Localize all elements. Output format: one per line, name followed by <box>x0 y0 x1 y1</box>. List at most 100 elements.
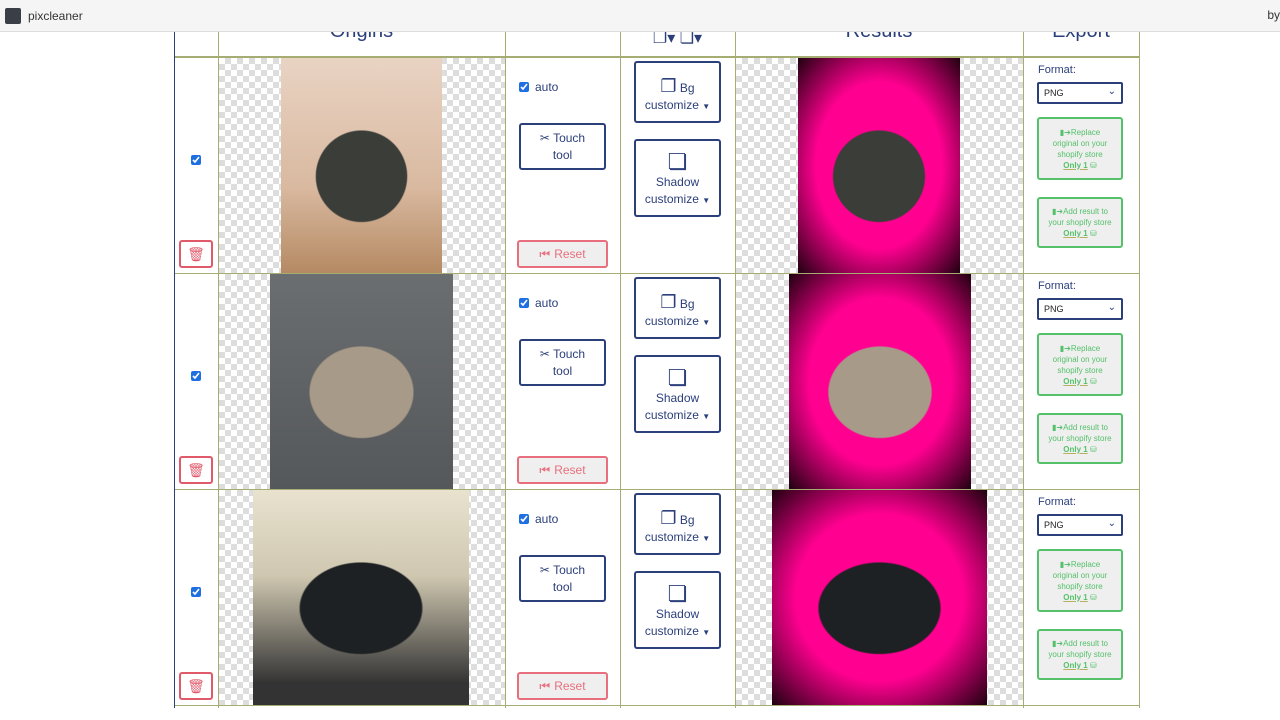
format-label: Format: <box>1038 280 1076 292</box>
backward-icon: ⏮ <box>539 462 551 477</box>
format-select[interactable]: PNG ⌄ <box>1037 514 1123 536</box>
delete-button[interactable]: 🗑 <box>179 240 213 268</box>
format-label: Format: <box>1038 64 1076 76</box>
delete-button[interactable]: 🗑 <box>179 672 213 700</box>
shadow-customize-button[interactable]: ❏ Shadow customize ▼ <box>634 571 721 649</box>
reset-label: Reset <box>554 679 586 693</box>
reset-button[interactable]: ⏮ Reset <box>517 456 608 484</box>
shadow-customize-button[interactable]: ❏ Shadow customize ▼ <box>634 355 721 433</box>
auto-checkbox[interactable] <box>519 82 529 92</box>
header-export: Export <box>1023 32 1139 43</box>
auto-label: auto <box>535 80 559 94</box>
auto-label: auto <box>535 512 559 526</box>
add-result-button[interactable]: ▮➔Add result to your shopify store Only 1 … <box>1037 413 1123 464</box>
bg-label: Bg <box>679 512 695 527</box>
result-image[interactable] <box>798 58 960 273</box>
reset-button[interactable]: ⏮ Reset <box>517 672 608 700</box>
replace-label-3: shopify store <box>1057 365 1103 375</box>
replace-original-button[interactable]: ▮➔Replace original on your shopify store On… <box>1037 549 1123 612</box>
bg-label: Bg <box>679 296 695 311</box>
coins-icon: ⛁ <box>1089 592 1097 602</box>
original-image-cell <box>219 274 505 489</box>
coins-icon: ⛁ <box>1089 661 1097 670</box>
replace-label-3: shopify store <box>1057 149 1103 159</box>
auto-option[interactable]: auto <box>519 80 558 94</box>
by-text: by <box>1267 8 1280 22</box>
replace-label: Replace <box>1070 343 1101 353</box>
table-row-sneaker: 🗑 auto ✂ Touch tool ⏮ Reset ❐ Bg customize … <box>174 58 1140 274</box>
shadow-customize-button[interactable]: ❏ Shadow customize ▼ <box>634 139 721 217</box>
coins-icon: ⛁ <box>1089 376 1097 386</box>
file-export-icon: ▮➔ <box>1051 423 1064 432</box>
replace-original-button[interactable]: ▮➔Replace original on your shopify store On… <box>1037 333 1123 396</box>
customize-label: customize <box>644 313 699 328</box>
row-select-checkbox[interactable] <box>191 371 201 381</box>
shadow-label: Shadow <box>655 607 700 621</box>
replace-label: Replace <box>1070 559 1101 569</box>
result-image-cell <box>736 58 1023 273</box>
row-select-checkbox[interactable] <box>191 155 201 165</box>
touch-tool-button[interactable]: ✂ Touch tool <box>519 339 606 386</box>
auto-checkbox[interactable] <box>519 298 529 308</box>
result-image[interactable] <box>789 274 971 489</box>
auto-label: auto <box>535 296 559 310</box>
original-image-cell <box>219 58 505 273</box>
header-results: Results <box>735 32 1023 43</box>
header-origins: Origins <box>218 32 505 43</box>
table-row-handbag: 🗑 auto ✂ Touch tool ⏮ Reset ❐ Bg customize … <box>174 490 1140 706</box>
auto-option[interactable]: auto <box>519 296 558 310</box>
format-select[interactable]: PNG ⌄ <box>1037 298 1123 320</box>
bg-customize-button[interactable]: ❐ Bg customize ▼ <box>634 277 721 339</box>
app-logo <box>5 7 21 24</box>
credit-cost: Only 1 <box>1063 376 1088 386</box>
result-image-cell <box>736 490 1023 705</box>
tool-label: tool <box>552 363 573 378</box>
file-export-icon: ▮➔ <box>1051 639 1064 648</box>
credit-cost: Only 1 <box>1063 445 1088 454</box>
credit-cost: Only 1 <box>1063 229 1088 238</box>
shadow-icon: ❏ <box>667 149 688 174</box>
bg-customize-button[interactable]: ❐ Bg customize ▼ <box>634 493 721 555</box>
replace-label-2: original on your <box>1052 138 1108 148</box>
coins-icon: ⛁ <box>1089 445 1097 454</box>
shadow-icon: ❏ <box>667 365 688 390</box>
app-header: pixcleaner by <box>0 0 1280 32</box>
app-title: pixcleaner <box>28 8 83 23</box>
add-label: Add result to <box>1063 639 1109 648</box>
file-export-icon: ▮➔ <box>1051 207 1064 216</box>
auto-checkbox[interactable] <box>519 514 529 524</box>
add-result-button[interactable]: ▮➔Add result to your shopify store Only 1 … <box>1037 197 1123 248</box>
replace-label-3: shopify store <box>1057 581 1103 591</box>
auto-option[interactable]: auto <box>519 512 558 526</box>
row-select-checkbox[interactable] <box>191 587 201 597</box>
format-value: PNG <box>1044 304 1064 314</box>
original-image[interactable] <box>281 58 442 273</box>
credit-cost: Only 1 <box>1063 661 1088 670</box>
original-image[interactable] <box>253 490 469 705</box>
add-label: Add result to <box>1063 207 1109 216</box>
add-result-button[interactable]: ▮➔Add result to your shopify store Only 1 … <box>1037 629 1123 680</box>
original-image[interactable] <box>270 274 453 489</box>
format-select[interactable]: PNG ⌄ <box>1037 82 1123 104</box>
touch-tool-button[interactable]: ✂ Touch tool <box>519 123 606 170</box>
touch-tool-button[interactable]: ✂ Touch tool <box>519 555 606 602</box>
shadow-label: Shadow <box>655 391 700 405</box>
replace-original-button[interactable]: ▮➔Replace original on your shopify store On… <box>1037 117 1123 180</box>
add-label-2: your shopify store <box>1048 434 1112 443</box>
touch-label: Touch <box>553 562 586 577</box>
original-image-cell <box>219 490 505 705</box>
shadow-icon: ❏ <box>667 581 688 606</box>
replace-label-2: original on your <box>1052 354 1108 364</box>
backward-icon: ⏮ <box>539 678 551 693</box>
format-value: PNG <box>1044 88 1064 98</box>
bg-customize-button[interactable]: ❐ Bg customize ▼ <box>634 61 721 123</box>
replace-label-2: original on your <box>1052 570 1108 580</box>
credit-cost: Only 1 <box>1063 592 1088 602</box>
reset-button[interactable]: ⏮ Reset <box>517 240 608 268</box>
bg-icon: ❐ <box>660 291 677 312</box>
delete-button[interactable]: 🗑 <box>179 456 213 484</box>
trash-icon: 🗑 <box>187 677 205 694</box>
tool-label: tool <box>552 147 573 162</box>
result-image[interactable] <box>772 490 987 705</box>
customize-label: customize <box>644 97 699 112</box>
